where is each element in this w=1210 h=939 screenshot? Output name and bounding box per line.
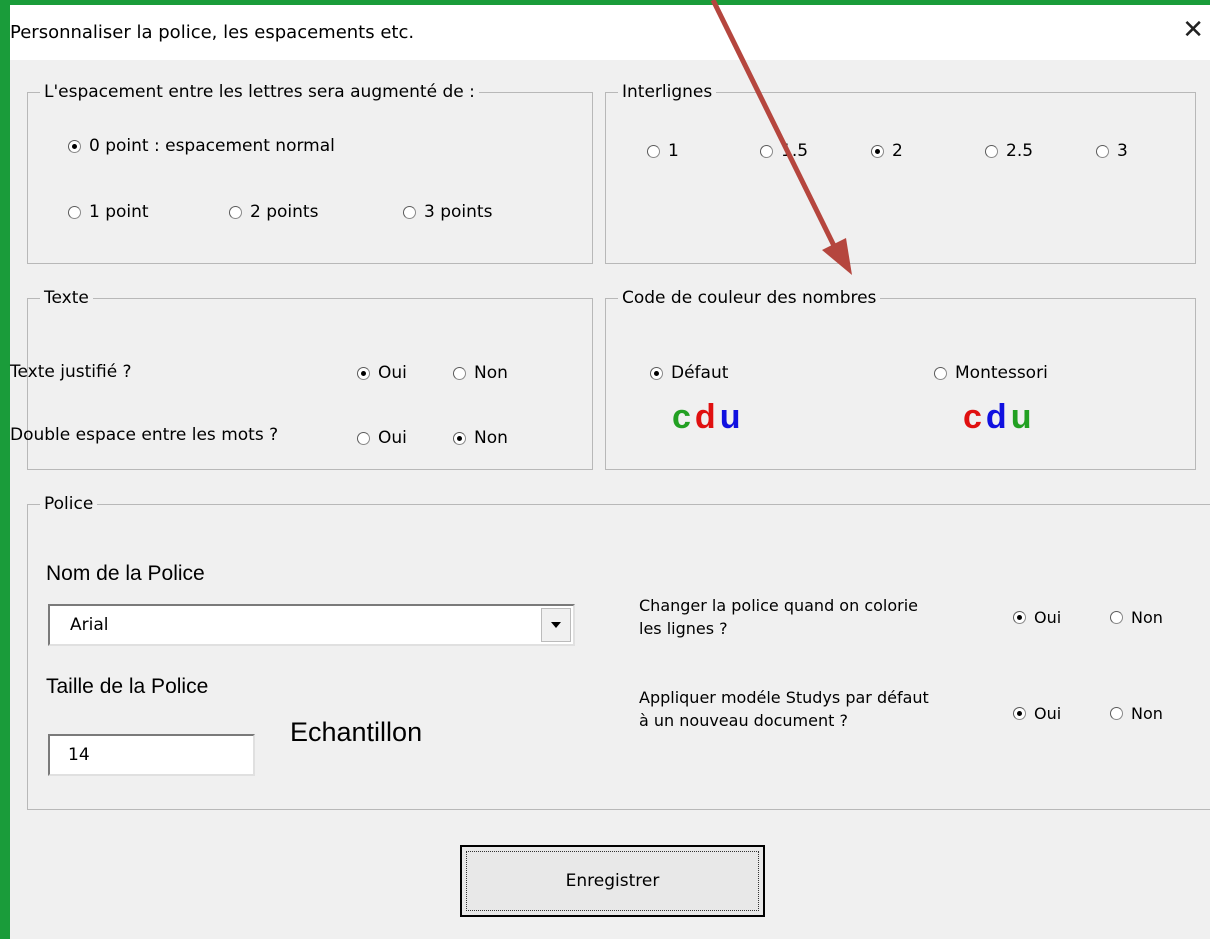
radio-icon xyxy=(985,144,998,158)
spacing-option-3[interactable]: 3 points xyxy=(403,202,492,222)
letter-spacing-group: L'espacement entre les lettres sera augm… xyxy=(27,81,593,264)
close-icon[interactable]: ✕ xyxy=(1182,17,1204,43)
font-name-value: Arial xyxy=(70,615,109,635)
spacing-option-label: 2 points xyxy=(250,202,319,222)
apply-model-label-2: à un nouveau document ? xyxy=(639,711,848,730)
line-spacing-group: Interlignes xyxy=(605,81,1196,264)
font-size-input[interactable]: 14 xyxy=(48,734,255,776)
radio-icon xyxy=(357,431,370,445)
default-letter-c: c xyxy=(672,398,695,436)
radio-icon xyxy=(68,205,81,219)
apply-model-no-radio[interactable]: Non xyxy=(1110,704,1163,723)
radio-label: Non xyxy=(1131,704,1163,723)
line-spacing-label: 1 xyxy=(668,141,679,161)
radio-icon xyxy=(1013,707,1026,720)
radio-icon xyxy=(647,144,660,158)
apply-model-label-1: Appliquer modéle Studys par défaut xyxy=(639,688,929,707)
radio-label: Oui xyxy=(378,363,407,383)
radio-label: Montessori xyxy=(955,363,1048,383)
line-spacing-option-3[interactable]: 3 xyxy=(1096,141,1128,161)
radio-icon xyxy=(453,431,466,445)
radio-label: Oui xyxy=(1034,608,1062,627)
dialog-title: Personnaliser la police, les espacements… xyxy=(10,22,415,43)
number-color-legend: Code de couleur des nombres xyxy=(618,287,881,309)
montessori-letter-c: c xyxy=(963,398,986,436)
default-letter-u: u xyxy=(719,398,745,436)
font-size-value: 14 xyxy=(68,745,90,765)
radio-label: Non xyxy=(474,428,508,448)
justified-no-radio[interactable]: Non xyxy=(453,363,508,383)
justified-label: Texte justifié ? xyxy=(10,362,132,382)
radio-label: Oui xyxy=(1034,704,1062,723)
chevron-down-icon[interactable] xyxy=(541,608,571,642)
color-default-radio[interactable]: Défaut xyxy=(650,363,728,383)
line-spacing-label: 2.5 xyxy=(1006,141,1034,161)
font-legend: Police xyxy=(40,493,98,515)
font-sample: Echantillon xyxy=(290,717,423,747)
line-spacing-option-1[interactable]: 1 xyxy=(647,141,679,161)
change-font-no-radio[interactable]: Non xyxy=(1110,608,1163,627)
line-spacing-option-2-5[interactable]: 2.5 xyxy=(985,141,1033,161)
save-button[interactable]: Enregistrer xyxy=(460,845,765,917)
double-space-label: Double espace entre les mots ? xyxy=(10,425,279,445)
save-button-label: Enregistrer xyxy=(565,871,660,891)
font-name-label: Nom de la Police xyxy=(46,562,205,585)
radio-icon xyxy=(229,205,242,219)
color-montessori-radio[interactable]: Montessori xyxy=(934,363,1048,383)
radio-icon xyxy=(1110,611,1123,624)
radio-icon xyxy=(68,139,81,153)
spacing-option-2[interactable]: 2 points xyxy=(229,202,318,222)
change-font-label-1: Changer la police quand on colorie xyxy=(639,596,919,615)
montessori-color-sample: cdu xyxy=(963,398,1035,437)
number-color-group: Code de couleur des nombres xyxy=(605,287,1196,470)
default-letter-d: d xyxy=(694,398,720,436)
font-size-label: Taille de la Police xyxy=(46,675,209,698)
change-font-label-2: les lignes ? xyxy=(639,619,728,638)
radio-icon xyxy=(1013,611,1026,624)
line-spacing-legend: Interlignes xyxy=(618,81,717,103)
radio-icon xyxy=(934,366,947,380)
text-legend: Texte xyxy=(40,287,93,309)
apply-model-yes-radio[interactable]: Oui xyxy=(1013,704,1061,723)
radio-label: Oui xyxy=(378,428,407,448)
montessori-letter-d: d xyxy=(985,398,1011,436)
change-font-yes-radio[interactable]: Oui xyxy=(1013,608,1061,627)
spacing-option-1[interactable]: 1 point xyxy=(68,202,149,222)
double-space-yes-radio[interactable]: Oui xyxy=(357,428,407,448)
line-spacing-label: 2 xyxy=(892,141,903,161)
default-color-sample: cdu xyxy=(672,398,744,437)
line-spacing-label: 3 xyxy=(1117,141,1128,161)
spacing-option-label: 0 point : espacement normal xyxy=(89,136,335,156)
radio-icon xyxy=(357,366,370,380)
justified-yes-radio[interactable]: Oui xyxy=(357,363,407,383)
title-bar: Personnaliser la police, les espacements… xyxy=(10,5,1210,60)
radio-icon xyxy=(1110,707,1123,720)
font-name-select[interactable]: Arial xyxy=(48,604,575,646)
radio-label: Non xyxy=(1131,608,1163,627)
dialog-window: Personnaliser la police, les espacements… xyxy=(10,5,1210,939)
radio-icon xyxy=(403,205,416,219)
line-spacing-option-2[interactable]: 2 xyxy=(871,141,903,161)
montessori-letter-u: u xyxy=(1010,398,1036,436)
spacing-option-label: 3 points xyxy=(424,202,493,222)
double-space-no-radio[interactable]: Non xyxy=(453,428,508,448)
spacing-option-0[interactable]: 0 point : espacement normal xyxy=(68,136,335,156)
radio-icon xyxy=(760,144,773,158)
line-spacing-label: 1.5 xyxy=(781,141,809,161)
letter-spacing-legend: L'espacement entre les lettres sera augm… xyxy=(40,81,479,103)
line-spacing-option-1-5[interactable]: 1.5 xyxy=(760,141,808,161)
radio-icon xyxy=(1096,144,1109,158)
radio-label: Défaut xyxy=(671,363,729,383)
spacing-option-label: 1 point xyxy=(89,202,149,222)
radio-icon xyxy=(650,366,663,380)
save-button-focus: Enregistrer xyxy=(466,851,759,911)
radio-label: Non xyxy=(474,363,508,383)
radio-icon xyxy=(871,144,884,158)
radio-icon xyxy=(453,366,466,380)
